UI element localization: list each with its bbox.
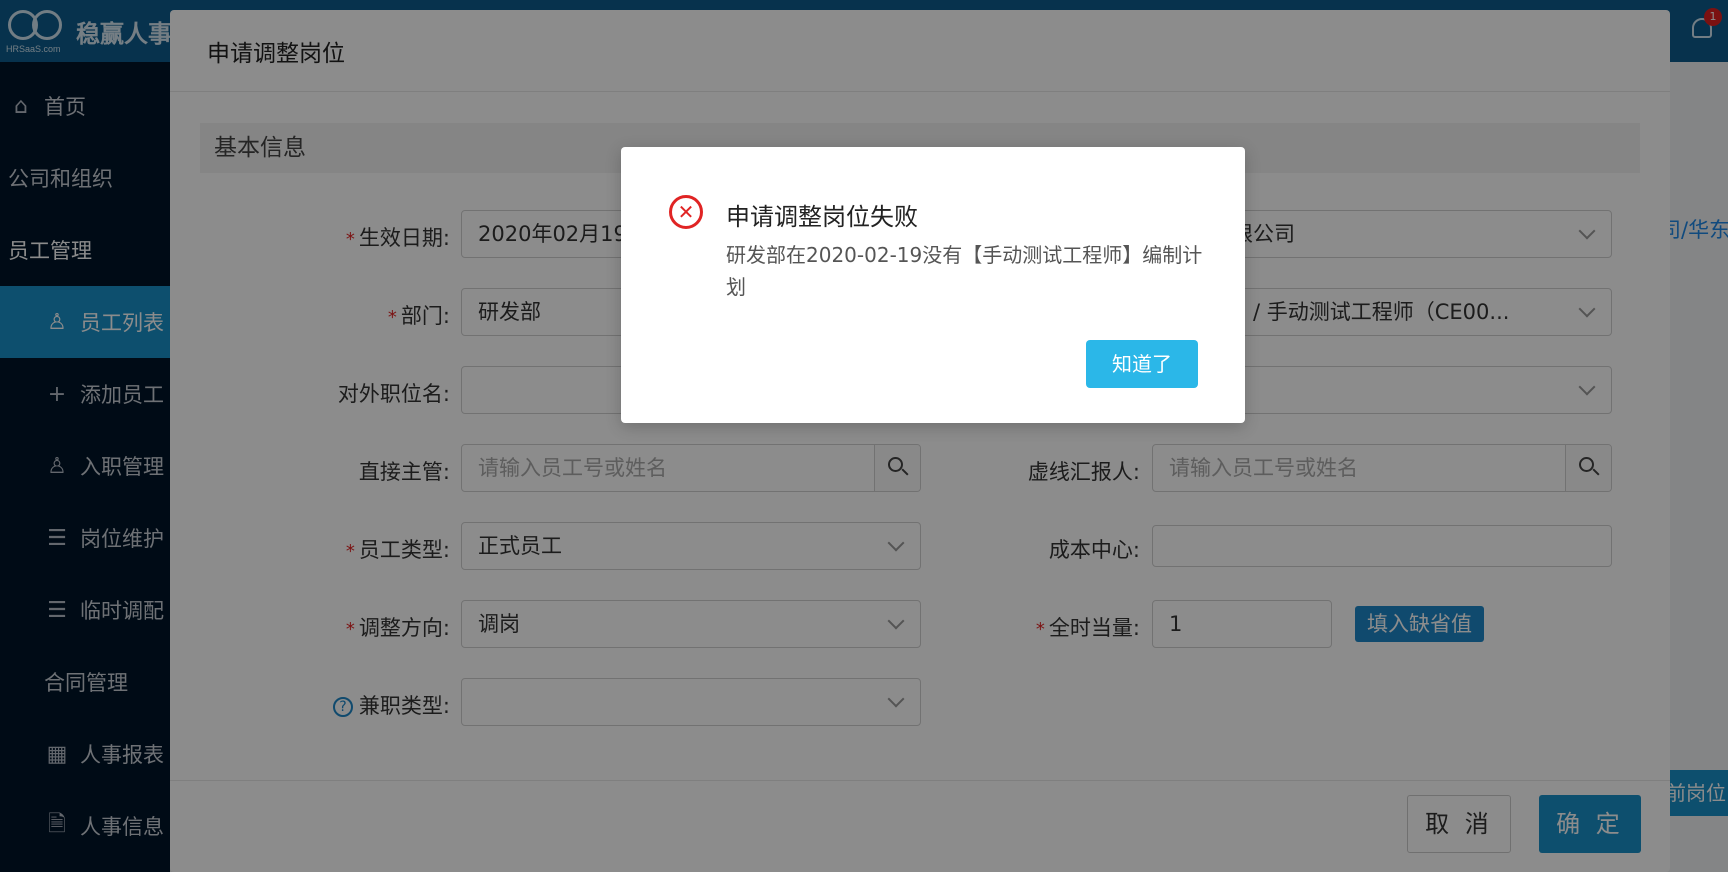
acknowledge-button[interactable]: 知道了 <box>1086 340 1198 388</box>
error-dialog-title: 申请调整岗位失败 <box>726 203 918 231</box>
error-dialog-message: 研发部在2020-02-19没有【手动测试工程师】编制计划 <box>726 243 1203 299</box>
modal-overlay <box>0 0 1728 872</box>
error-circle-icon: ✕ <box>669 195 703 229</box>
error-dialog: ✕ 申请调整岗位失败 研发部在2020-02-19没有【手动测试工程师】编制计划… <box>621 147 1245 423</box>
